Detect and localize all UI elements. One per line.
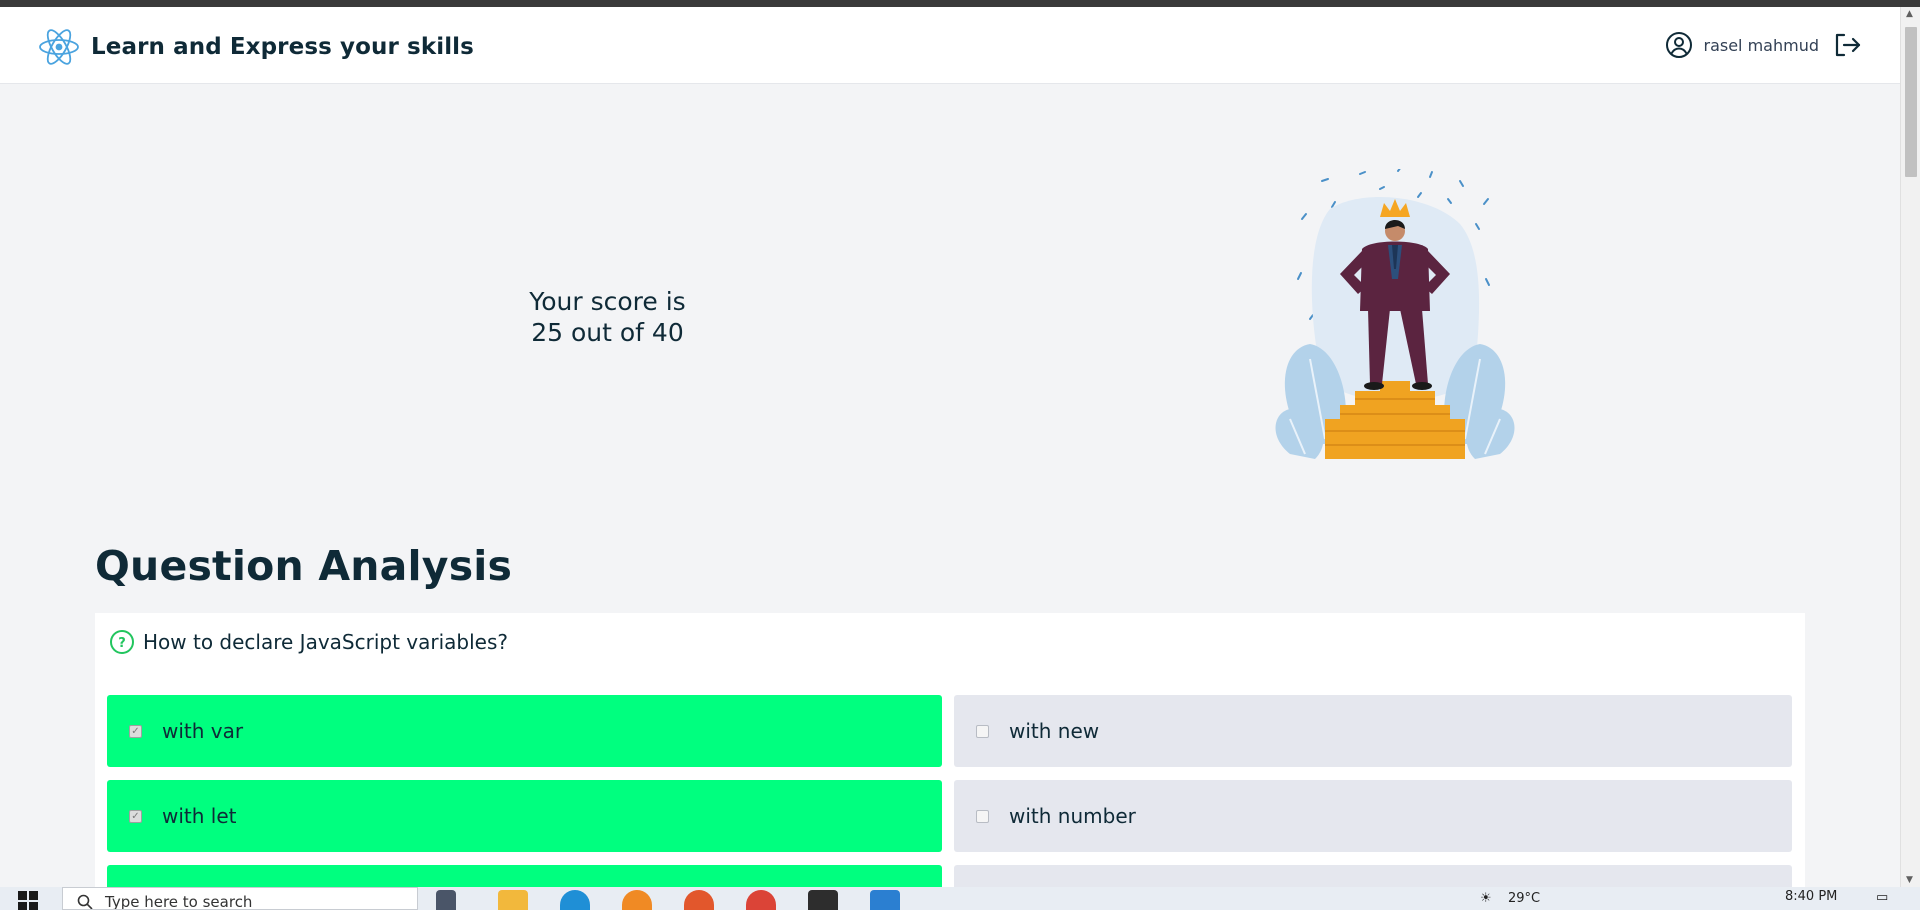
weather-icon[interactable]: ☀ bbox=[1480, 891, 1492, 906]
window-top-strip bbox=[0, 0, 1920, 7]
firefox-icon[interactable] bbox=[684, 890, 714, 910]
app-title: Learn and Express your skills bbox=[91, 34, 474, 60]
option-checkbox[interactable] bbox=[976, 809, 989, 823]
option-label: with number bbox=[1009, 804, 1136, 828]
search-icon bbox=[77, 894, 93, 909]
option-checkbox[interactable] bbox=[976, 724, 989, 738]
terminal-icon[interactable] bbox=[808, 890, 838, 910]
winner-illustration bbox=[1275, 169, 1515, 459]
question-text: How to declare JavaScript variables? bbox=[143, 630, 509, 654]
taskbar: Type here to search ☀ 29°C 8:40 PM ▭ bbox=[0, 887, 1920, 910]
question-header: ? How to declare JavaScript variables? bbox=[109, 629, 508, 655]
notifications-icon[interactable]: ▭ bbox=[1876, 890, 1888, 905]
score-label: Your score is bbox=[529, 287, 686, 316]
user-name: rasel mahmud bbox=[1703, 35, 1819, 55]
vscode-icon[interactable] bbox=[870, 890, 900, 910]
page-content: Your score is 25 out of 40 Question Anal… bbox=[0, 84, 1900, 887]
edge-icon[interactable] bbox=[560, 890, 590, 910]
logout-icon[interactable] bbox=[1833, 31, 1863, 59]
option-3[interactable]: with number bbox=[954, 780, 1792, 852]
user-area: rasel mahmud bbox=[1665, 31, 1863, 59]
task-view-icon[interactable] bbox=[436, 890, 456, 910]
scroll-thumb[interactable] bbox=[1905, 27, 1917, 177]
option-checkbox[interactable]: ✓ bbox=[129, 809, 142, 823]
score-text: Your score is 25 out of 40 bbox=[520, 286, 695, 348]
question-card: ? How to declare JavaScript variables? ✓… bbox=[95, 613, 1805, 887]
scroll-up-icon[interactable]: ▲ bbox=[1906, 9, 1913, 19]
scroll-down-icon[interactable]: ▼ bbox=[1906, 875, 1913, 885]
brand[interactable]: Learn and Express your skills bbox=[37, 27, 474, 67]
option-next-partial[interactable] bbox=[954, 865, 1792, 887]
option-label: with let bbox=[162, 804, 237, 828]
option-next-partial[interactable] bbox=[107, 865, 942, 887]
app-icon[interactable] bbox=[622, 890, 652, 910]
react-logo-icon bbox=[39, 29, 79, 65]
score-value: 25 out of 40 bbox=[531, 318, 684, 347]
taskbar-search[interactable]: Type here to search bbox=[62, 887, 418, 910]
svg-text:?: ? bbox=[118, 636, 126, 651]
search-placeholder: Type here to search bbox=[105, 892, 253, 910]
user-avatar-icon[interactable] bbox=[1665, 31, 1693, 59]
file-explorer-icon[interactable] bbox=[498, 890, 528, 910]
option-label: with new bbox=[1009, 719, 1100, 743]
question-icon: ? bbox=[110, 630, 134, 654]
option-1[interactable]: with new bbox=[954, 695, 1792, 767]
option-checkbox[interactable]: ✓ bbox=[129, 724, 142, 738]
option-label: with var bbox=[162, 719, 244, 743]
section-title: Question Analysis bbox=[95, 542, 513, 590]
chrome-icon[interactable] bbox=[746, 890, 776, 910]
weather-text[interactable]: 29°C bbox=[1508, 891, 1540, 906]
scrollbar[interactable]: ▲ ▼ bbox=[1900, 7, 1920, 887]
option-0[interactable]: ✓ with var bbox=[107, 695, 942, 767]
option-2[interactable]: ✓ with let bbox=[107, 780, 942, 852]
navbar: Learn and Express your skills rasel mahm… bbox=[0, 7, 1900, 84]
clock-time[interactable]: 8:40 PM bbox=[1785, 889, 1837, 904]
windows-start-icon[interactable] bbox=[18, 891, 38, 910]
